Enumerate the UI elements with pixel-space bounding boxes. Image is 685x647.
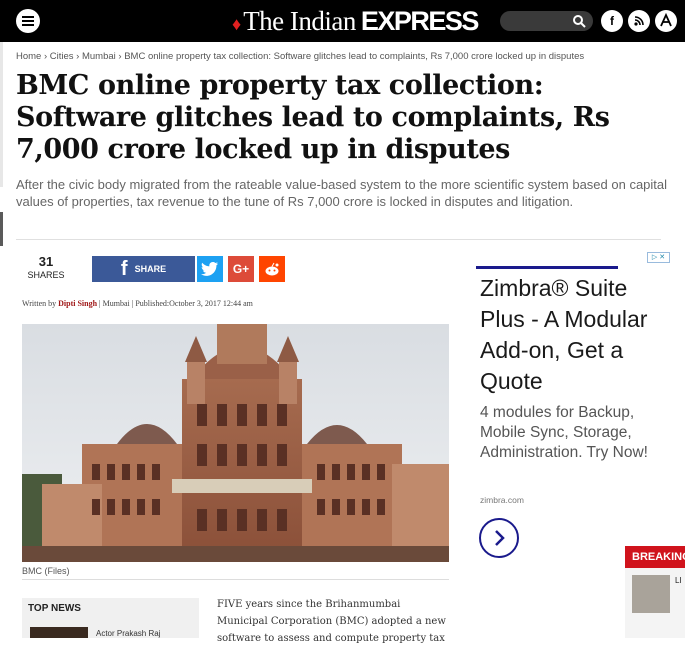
twitter-icon [201, 262, 218, 276]
hamburger-menu-icon[interactable] [16, 9, 40, 33]
googleplus-icon: G+ [232, 262, 250, 276]
reddit-share-button[interactable] [259, 256, 285, 282]
share-count: 31 SHARES [20, 254, 72, 280]
top-news-item-link[interactable]: Actor Prakash Raj [96, 629, 160, 638]
search-input[interactable] [500, 11, 593, 31]
ad-headline-link[interactable]: Zimbra® Suite Plus - A Modular Add-on, G… [480, 273, 675, 397]
logo-mark-icon: ♦ [232, 14, 242, 34]
breaking-thumbnail[interactable] [632, 575, 670, 613]
article-summary: After the civic body migrated from the r… [16, 177, 668, 209]
top-news-widget: TOP NEWS Actor Prakash Raj [22, 598, 199, 638]
breaking-label: BREAKING [625, 546, 685, 568]
search-icon[interactable] [572, 14, 586, 28]
byline-details: | Mumbai | Published:October 3, 2017 12:… [97, 299, 253, 308]
share-count-number: 31 [38, 254, 54, 269]
chevron-right-icon [495, 530, 505, 546]
googleplus-share-button[interactable]: G+ [228, 256, 254, 282]
reddit-icon [265, 262, 279, 276]
breaking-headline[interactable]: LI [675, 576, 682, 585]
facebook-icon: f [120, 257, 128, 280]
facebook-share-label: SHARE [134, 264, 167, 274]
article-body: FIVE years since the Brihanmumbai Munici… [217, 599, 446, 644]
top-news-thumbnail[interactable] [30, 627, 88, 638]
font-size-icon[interactable] [655, 10, 677, 32]
facebook-share-button[interactable]: f SHARE [92, 256, 195, 282]
share-count-label: SHARES [27, 270, 65, 280]
breadcrumb[interactable]: Home › Cities › Mumbai › BMC online prop… [16, 51, 584, 62]
top-news-heading: TOP NEWS [28, 603, 81, 614]
left-edge-sliver-dark [0, 212, 3, 246]
article-photo-bmc-building [22, 324, 449, 562]
breaking-news-widget[interactable]: BREAKING LI [625, 546, 685, 638]
twitter-share-button[interactable] [197, 256, 223, 282]
byline: Written by Dipti Singh | Mumbai | Publis… [22, 299, 253, 308]
ad-description[interactable]: 4 modules for Backup, Mobile Sync, Stora… [480, 403, 675, 463]
ad-domain[interactable]: zimbra.com [480, 495, 524, 505]
ad-accent-bar [476, 266, 618, 269]
rss-icon[interactable] [628, 10, 650, 32]
logo-text-bold: EXPRESS [360, 6, 480, 36]
author-link[interactable]: Dipti Singh [58, 299, 97, 308]
site-header: ♦ The Indian EXPRESS f [0, 0, 685, 42]
divider [22, 579, 449, 580]
site-logo[interactable]: ♦ The Indian EXPRESS [232, 6, 480, 36]
photo-caption: BMC (Files) [22, 566, 70, 576]
adchoices-icon[interactable]: ▷ ✕ [647, 252, 670, 263]
byline-prefix: Written by [22, 299, 59, 308]
page-title: BMC online property tax collection: Soft… [16, 70, 610, 165]
ad-next-button[interactable] [479, 518, 519, 558]
facebook-icon[interactable]: f [601, 10, 623, 32]
divider [16, 239, 661, 240]
left-edge-sliver [0, 42, 3, 187]
logo-text: The Indian [243, 6, 356, 36]
